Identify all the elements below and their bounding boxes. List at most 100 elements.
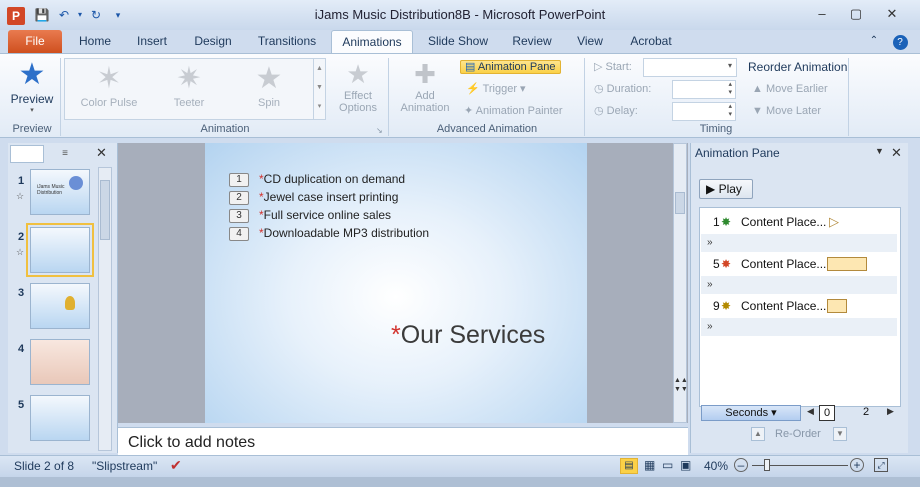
animation-pane-label: Animation Pane xyxy=(477,61,556,73)
pane-options-icon[interactable]: ▼ xyxy=(875,146,884,156)
timing-bar[interactable] xyxy=(827,299,847,313)
move-later-button[interactable]: ▼ Move Later xyxy=(752,101,821,121)
trigger-icon: ⚡ xyxy=(466,83,483,95)
tab-design[interactable]: Design xyxy=(184,30,242,53)
slide-scrollbar[interactable]: ▲▲ ▼▼ xyxy=(673,143,688,423)
zoom-in-icon[interactable]: + xyxy=(850,458,864,472)
animation-pane-icon: ▤ xyxy=(465,61,478,73)
bullet-item[interactable]: *Jewel case insert printing xyxy=(259,190,398,204)
play-button[interactable]: ▶ Play xyxy=(699,179,753,199)
animation-item[interactable]: 1 ✸ Content Place... ▷ xyxy=(701,210,897,234)
preview-button[interactable]: ★ Preview ▾ xyxy=(8,58,56,114)
reading-view-icon[interactable]: ▭ xyxy=(662,458,673,472)
gallery-scroll-icon[interactable]: ▲ ▼ ▾ xyxy=(313,59,325,119)
slide-thumbnail-1[interactable]: iJams Music Distribution xyxy=(30,169,90,215)
gallery-label: Spin xyxy=(257,97,281,109)
bullet-item[interactable]: *Downloadable MP3 distribution xyxy=(259,226,429,240)
animation-item[interactable]: 5 ✸ Content Place... xyxy=(701,252,897,276)
gallery-item-spin[interactable]: ★ Spin xyxy=(229,62,309,110)
start-dropdown-icon: ▾ xyxy=(727,61,732,70)
seconds-dropdown[interactable]: Seconds ▾ xyxy=(701,405,801,421)
group-label-advanced-animation: Advanced Animation xyxy=(436,123,538,135)
tab-animations[interactable]: Animations xyxy=(331,30,413,54)
spell-check-icon[interactable]: ✔ xyxy=(170,457,182,474)
animation-pane-button[interactable]: ▤ Animation Pane xyxy=(460,57,561,77)
move-earlier-label: Move Earlier xyxy=(765,83,828,95)
animation-order-tag[interactable]: 2 xyxy=(229,191,249,205)
animation-order-tag[interactable]: 4 xyxy=(229,227,249,241)
help-icon[interactable]: ? xyxy=(890,30,910,53)
gallery-item-color-pulse[interactable]: ✶ Color Pulse xyxy=(69,63,149,110)
tab-view[interactable]: View xyxy=(568,30,612,53)
outline-tab-icon[interactable]: ≡ xyxy=(48,145,82,163)
animation-dialog-launcher-icon[interactable]: ↘ xyxy=(376,126,383,135)
animation-order-tag[interactable]: 3 xyxy=(229,209,249,223)
group-separator xyxy=(388,58,389,136)
start-select[interactable]: ▾ xyxy=(643,58,737,77)
tab-review[interactable]: Review xyxy=(504,30,560,53)
trigger-button[interactable]: ⚡ Trigger ▾ xyxy=(466,79,526,99)
tab-transitions[interactable]: Transitions xyxy=(250,30,324,53)
spin-star-icon: ★ xyxy=(255,62,283,95)
bullet-item[interactable]: *CD duplication on demand xyxy=(259,172,405,186)
timing-bar[interactable] xyxy=(827,257,867,271)
minimize-button[interactable]: – xyxy=(808,4,836,24)
expand-row[interactable]: » xyxy=(701,276,897,294)
animation-order-tag[interactable]: 1 xyxy=(229,173,249,187)
play-icon: ▶ xyxy=(706,182,719,196)
duration-text: Duration: xyxy=(606,83,652,95)
zoom-level[interactable]: 40% xyxy=(704,459,728,473)
minimize-ribbon-icon[interactable]: ⌃ xyxy=(864,30,884,53)
slide-thumbnail-3[interactable] xyxy=(30,283,90,329)
slide-show-icon[interactable]: ▣ xyxy=(680,458,691,472)
slides-tab-icon[interactable] xyxy=(10,145,44,163)
maximize-button[interactable]: ▢ xyxy=(842,4,870,24)
effect-options-button[interactable]: ★ Effect Options xyxy=(334,58,382,114)
slide-title[interactable]: *Our Services xyxy=(391,321,545,350)
reorder-up-icon[interactable]: ▲ xyxy=(751,427,765,441)
slide-scroll-thumb[interactable] xyxy=(675,192,685,214)
animation-item[interactable]: 9 ✸ Content Place... xyxy=(701,294,897,318)
gallery-item-teeter[interactable]: ✷ Teeter xyxy=(149,63,229,110)
move-earlier-button[interactable]: ▲ Move Earlier xyxy=(752,79,828,99)
delay-spin-icon: ▴ ▾ xyxy=(728,103,732,118)
delay-spinner[interactable]: ▴ ▾ xyxy=(672,102,736,121)
fit-to-window-icon[interactable]: ⤢ xyxy=(874,458,888,472)
slide-thumbnail-2[interactable] xyxy=(26,223,94,277)
add-animation-button[interactable]: ✚ Add Animation xyxy=(392,58,458,114)
slide-sorter-icon[interactable]: ▦ xyxy=(644,458,655,472)
slide-thumbnail-4[interactable] xyxy=(30,339,90,385)
group-label-preview: Preview xyxy=(12,123,52,135)
bullet-item[interactable]: *Full service online sales xyxy=(259,208,391,222)
timeline-end: 2 xyxy=(863,406,870,418)
expand-row[interactable]: » xyxy=(701,234,897,252)
notes-pane[interactable]: Click to add notes xyxy=(118,427,688,455)
tab-insert[interactable]: Insert xyxy=(128,30,176,53)
timeline-left-icon[interactable]: ◀ xyxy=(807,406,814,417)
duration-spinner[interactable]: ▴ ▾ xyxy=(672,80,736,99)
slide-animation-star-icon: ☆ xyxy=(16,191,25,201)
slide-animation-star-icon: ☆ xyxy=(16,247,25,257)
expand-row[interactable]: » xyxy=(701,318,897,336)
slide-thumbnail-5[interactable] xyxy=(30,395,90,441)
group-separator xyxy=(584,58,585,136)
zoom-out-icon[interactable]: – xyxy=(734,458,748,472)
slides-scroll-thumb[interactable] xyxy=(100,180,110,240)
zoom-slider-thumb[interactable] xyxy=(764,459,770,471)
prev-next-slide-icon[interactable]: ▲▲ ▼▼ xyxy=(674,376,688,394)
close-slides-pane-icon[interactable]: ✕ xyxy=(96,145,107,161)
tab-slide-show[interactable]: Slide Show xyxy=(420,30,496,53)
preview-label: Preview xyxy=(10,92,54,106)
slides-scrollbar[interactable] xyxy=(98,167,112,451)
close-animation-pane-icon[interactable]: ✕ xyxy=(891,145,902,161)
tab-home[interactable]: Home xyxy=(70,30,120,53)
normal-view-icon[interactable]: ▤ xyxy=(620,458,638,474)
animation-gallery[interactable]: ✶ Color Pulse ✷ Teeter ★ Spin ▲ ▼ ▾ xyxy=(64,58,326,120)
close-button[interactable]: ✕ xyxy=(878,4,906,24)
slide-canvas[interactable]: 1 *CD duplication on demand 2 *Jewel cas… xyxy=(205,143,587,423)
timeline-right-icon[interactable]: ▶ xyxy=(887,406,894,417)
tab-file[interactable]: File xyxy=(8,30,62,53)
tab-acrobat[interactable]: Acrobat xyxy=(620,30,682,53)
animation-painter-button[interactable]: ✦ Animation Painter xyxy=(464,101,563,121)
reorder-down-icon[interactable]: ▼ xyxy=(833,427,847,441)
